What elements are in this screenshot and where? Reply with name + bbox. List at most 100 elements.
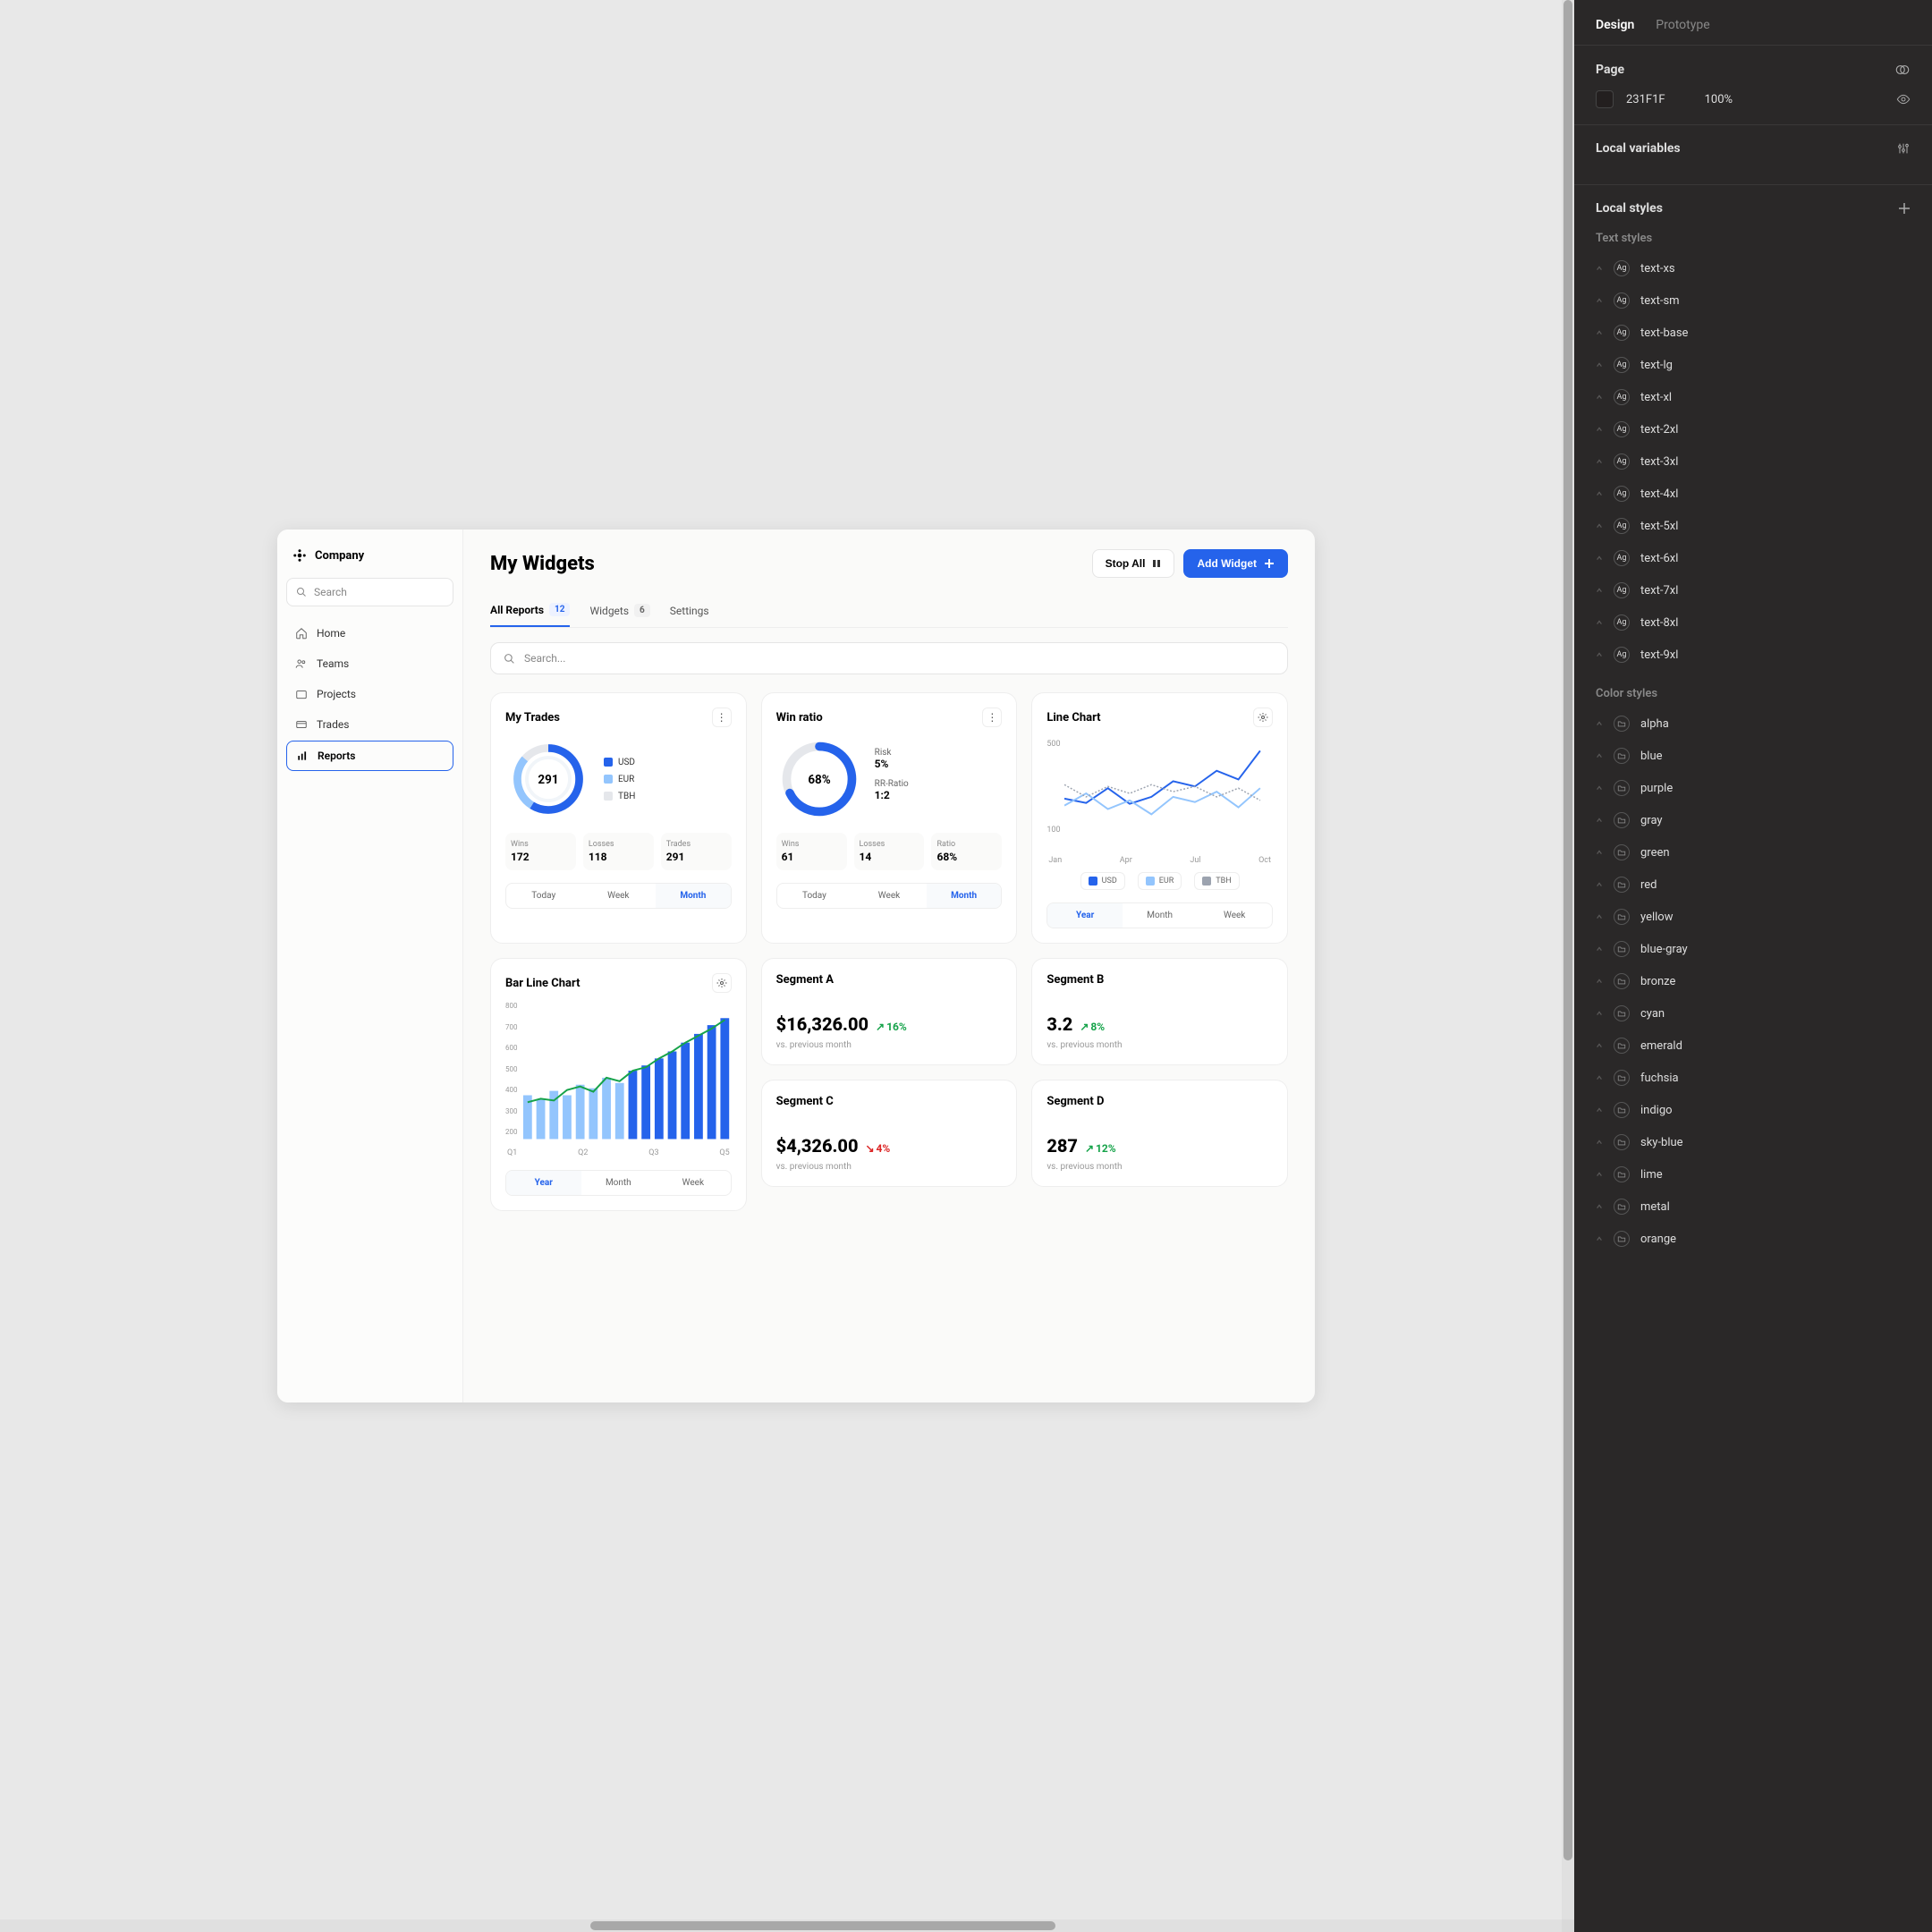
text-style-item[interactable]: Agtext-xs xyxy=(1596,252,1911,284)
text-style-item[interactable]: Agtext-base xyxy=(1596,317,1911,349)
color-style-item[interactable]: bronze xyxy=(1596,965,1911,997)
tf-today[interactable]: Today xyxy=(506,884,581,908)
legend: USD EUR TBH xyxy=(1046,872,1273,890)
main-search-input[interactable]: Search... xyxy=(490,642,1288,674)
text-style-icon: Ag xyxy=(1614,421,1630,437)
style-name: text-2xl xyxy=(1640,423,1678,436)
color-style-item[interactable]: blue-gray xyxy=(1596,933,1911,965)
inspector-tab-design[interactable]: Design xyxy=(1596,18,1634,32)
tf-year[interactable]: Year xyxy=(1047,903,1123,928)
text-style-item[interactable]: Agtext-8xl xyxy=(1596,606,1911,639)
card-settings-button[interactable] xyxy=(712,973,732,993)
tf-week[interactable]: Week xyxy=(852,884,927,908)
seg-value: $4,326.00 xyxy=(776,1135,859,1157)
text-style-item[interactable]: Ag text-2xl xyxy=(1596,413,1911,445)
text-style-item[interactable]: Agtext-6xl xyxy=(1596,542,1911,574)
sidebar-search-input[interactable]: Search xyxy=(286,578,453,606)
tf-month[interactable]: Month xyxy=(581,1171,657,1195)
artboard-frame[interactable]: Company Search Home Teams Projects Trade… xyxy=(277,530,1315,1402)
text-style-item[interactable]: Agtext-xl xyxy=(1596,381,1911,413)
color-style-item[interactable]: sky-blue xyxy=(1596,1126,1911,1158)
delta: ↘4% xyxy=(865,1142,890,1155)
text-style-item[interactable]: Ag text-9xl xyxy=(1596,639,1911,671)
tf-week[interactable]: Week xyxy=(656,1171,731,1195)
page-color-row[interactable]: 231F1F 100% xyxy=(1596,90,1911,108)
tf-month[interactable]: Month xyxy=(927,884,1002,908)
color-style-item[interactable]: emerald xyxy=(1596,1030,1911,1062)
folder-icon xyxy=(1614,1231,1630,1247)
card-segment-d: Segment D 287↗12% vs. previous month xyxy=(1031,1080,1288,1187)
tab-widgets[interactable]: Widgets6 xyxy=(589,594,649,627)
color-style-item[interactable]: blue xyxy=(1596,740,1911,772)
inspector-tab-prototype[interactable]: Prototype xyxy=(1656,18,1709,32)
color-style-item[interactable]: alpha xyxy=(1596,708,1911,740)
add-widget-button[interactable]: Add Widget xyxy=(1183,549,1288,578)
color-style-item[interactable]: green xyxy=(1596,836,1911,869)
color-style-item[interactable]: yellow xyxy=(1596,901,1911,933)
tf-month[interactable]: Month xyxy=(1123,903,1198,928)
canvas[interactable]: Company Search Home Teams Projects Trade… xyxy=(0,0,1574,1932)
card-segment-b: Segment B 3.2↗8% vs. previous month xyxy=(1031,958,1288,1065)
style-name: cyan xyxy=(1640,1007,1665,1021)
style-name: sky-blue xyxy=(1640,1136,1683,1149)
seg-sub: vs. previous month xyxy=(776,1040,1003,1050)
tf-today[interactable]: Today xyxy=(777,884,852,908)
color-style-item[interactable]: orange xyxy=(1596,1223,1911,1255)
folder-icon xyxy=(1614,748,1630,764)
text-style-item[interactable]: Agtext-7xl xyxy=(1596,574,1911,606)
style-name: bronze xyxy=(1640,975,1675,988)
nav-teams[interactable]: Teams xyxy=(286,649,453,678)
text-style-item[interactable]: Agtext-3xl xyxy=(1596,445,1911,478)
style-name: text-4xl xyxy=(1640,487,1678,501)
tf-month[interactable]: Month xyxy=(656,884,731,908)
nav-home[interactable]: Home xyxy=(286,619,453,648)
tab-all-reports[interactable]: All Reports12 xyxy=(490,594,570,627)
style-name: purple xyxy=(1640,782,1673,795)
text-style-item[interactable]: Agtext-4xl xyxy=(1596,478,1911,510)
color-style-item[interactable]: indigo xyxy=(1596,1094,1911,1126)
nav-trades[interactable]: Trades xyxy=(286,710,453,739)
stat: Losses118 xyxy=(583,833,654,870)
tab-settings[interactable]: Settings xyxy=(670,594,709,627)
tf-week[interactable]: Week xyxy=(581,884,657,908)
nav-projects[interactable]: Projects xyxy=(286,680,453,708)
sliders-icon[interactable] xyxy=(1896,141,1911,156)
style-name: text-7xl xyxy=(1640,584,1678,597)
tf-week[interactable]: Week xyxy=(1197,903,1272,928)
style-name: text-9xl xyxy=(1640,648,1678,662)
text-style-item[interactable]: Agtext-5xl xyxy=(1596,510,1911,542)
color-swatch[interactable] xyxy=(1596,90,1614,108)
text-style-icon: Ag xyxy=(1614,647,1630,663)
folder-icon xyxy=(1614,1199,1630,1215)
stop-all-button[interactable]: Stop All xyxy=(1092,549,1175,578)
card-settings-button[interactable] xyxy=(1253,708,1273,727)
card-menu-button[interactable]: ⋮ xyxy=(982,708,1002,727)
stat: Wins172 xyxy=(505,833,576,870)
card-title: My Trades xyxy=(505,711,560,724)
eye-icon[interactable] xyxy=(1896,92,1911,106)
color-style-item[interactable]: metal xyxy=(1596,1191,1911,1223)
color-style-item[interactable]: lime xyxy=(1596,1158,1911,1191)
color-style-item[interactable]: purple xyxy=(1596,772,1911,804)
style-name: text-6xl xyxy=(1640,552,1678,565)
style-name: text-5xl xyxy=(1640,520,1678,533)
blend-icon[interactable] xyxy=(1894,62,1911,78)
plus-icon[interactable] xyxy=(1898,202,1911,215)
card-menu-button[interactable]: ⋮ xyxy=(712,708,732,727)
color-style-item[interactable]: red xyxy=(1596,869,1911,901)
legend: USD EUR TBH xyxy=(604,758,635,801)
scrollbar-thumb[interactable] xyxy=(590,1921,1055,1930)
color-style-item[interactable]: fuchsia xyxy=(1596,1062,1911,1094)
tab-badge: 12 xyxy=(549,603,570,616)
nav-reports[interactable]: Reports xyxy=(286,741,453,771)
text-style-item[interactable]: Agtext-sm xyxy=(1596,284,1911,317)
folder-icon xyxy=(1614,973,1630,989)
tf-year[interactable]: Year xyxy=(506,1171,581,1195)
color-style-item[interactable]: cyan xyxy=(1596,997,1911,1030)
text-style-item[interactable]: Agtext-lg xyxy=(1596,349,1911,381)
scrollbar-thumb[interactable] xyxy=(1563,0,1572,1860)
card-title: Bar Line Chart xyxy=(505,977,580,990)
scrollbar-horizontal[interactable] xyxy=(0,1919,1574,1932)
color-style-item[interactable]: gray xyxy=(1596,804,1911,836)
scrollbar-vertical[interactable] xyxy=(1562,0,1574,1932)
